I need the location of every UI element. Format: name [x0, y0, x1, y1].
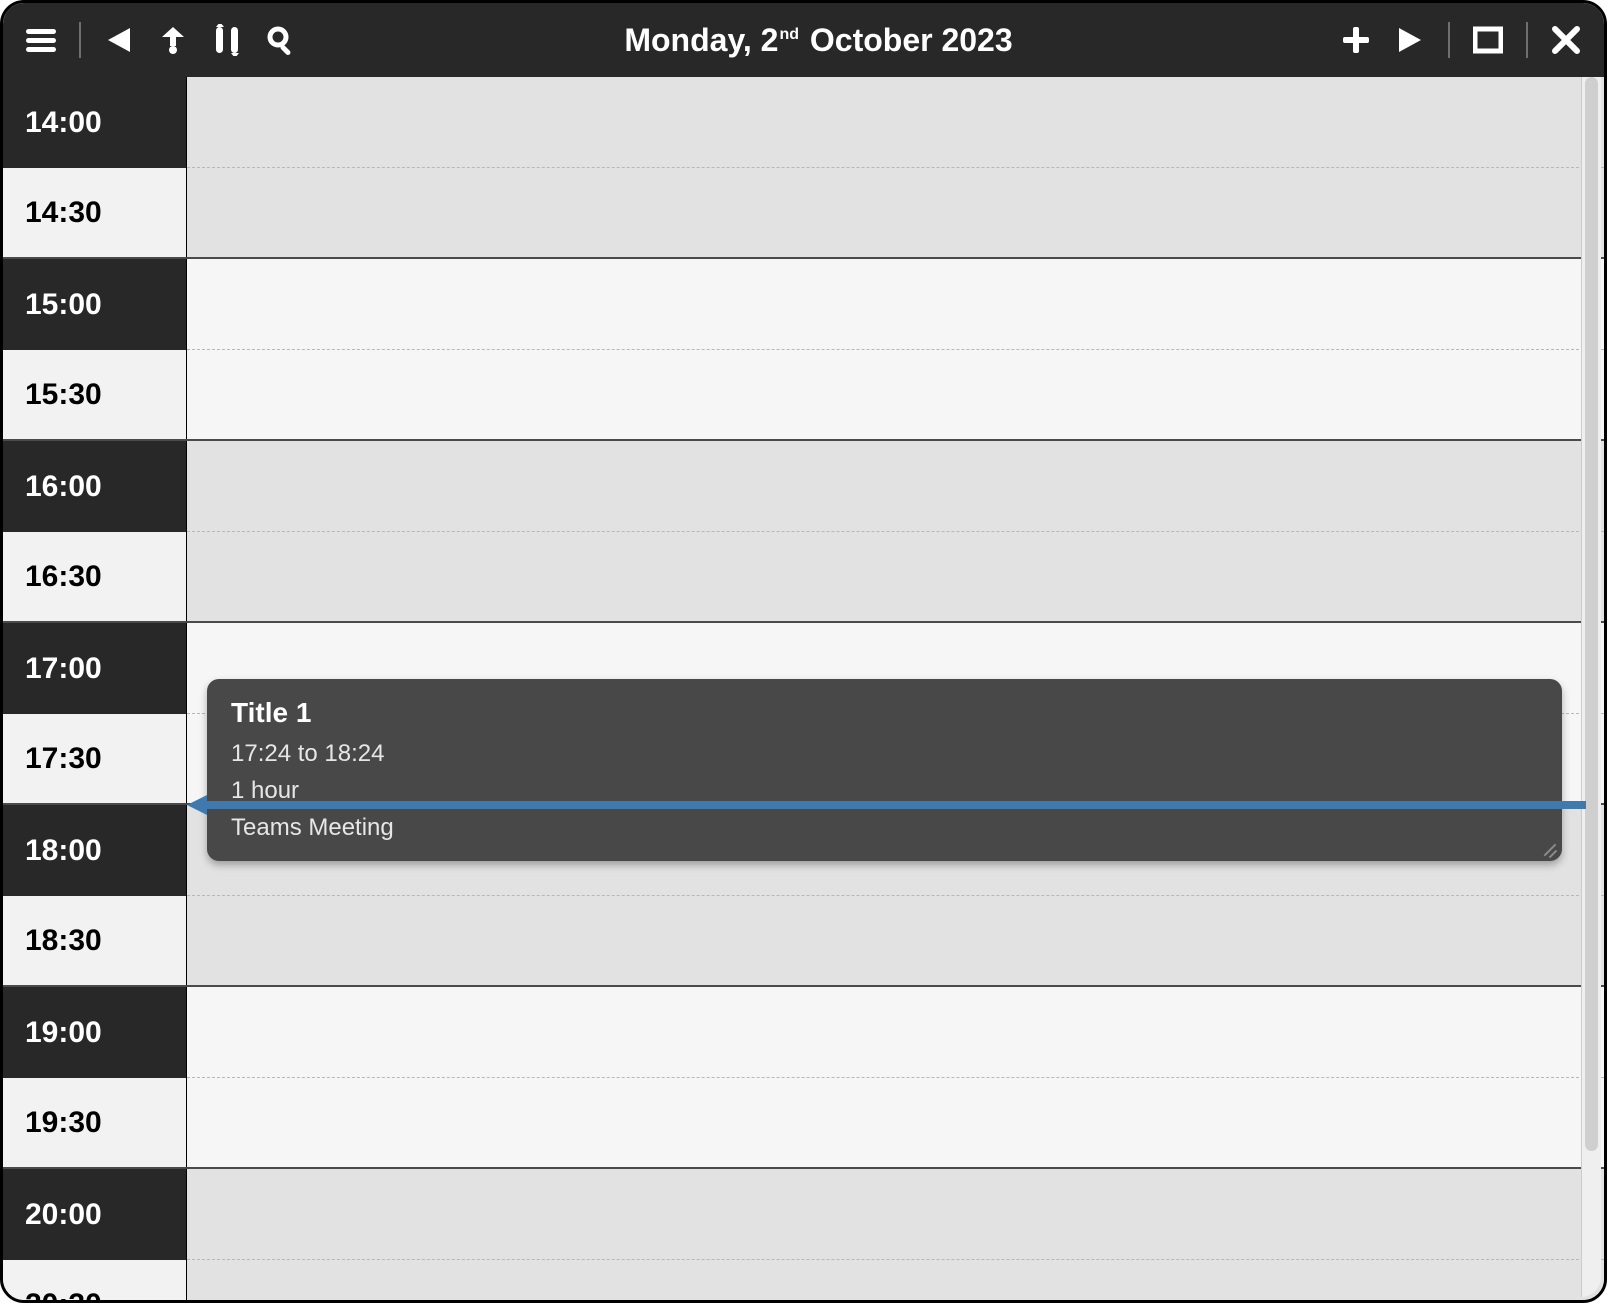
separator [1526, 22, 1528, 58]
time-slot[interactable] [187, 532, 1604, 621]
time-row[interactable]: 14:00 [3, 77, 1604, 168]
time-label: 16:30 [3, 532, 187, 621]
scroll-thumb[interactable] [1585, 77, 1598, 1151]
time-slot[interactable] [187, 259, 1604, 350]
title-prefix: Monday, 2 [624, 22, 778, 58]
time-slot[interactable] [187, 1260, 1604, 1300]
jump-button[interactable] [153, 20, 193, 60]
window-icon [1473, 26, 1503, 54]
time-row[interactable]: 16:30 [3, 532, 1604, 623]
menu-button[interactable] [21, 20, 61, 60]
time-label: 19:30 [3, 1078, 187, 1167]
page-title: Monday, 2nd October 2023 [624, 22, 1012, 59]
plus-icon [1341, 25, 1371, 55]
time-slot[interactable] [187, 350, 1604, 439]
event-card[interactable]: Title 1 17:24 to 18:241 hourTeams Meeting [207, 679, 1562, 861]
time-row[interactable]: 19:00 [3, 987, 1604, 1078]
time-row[interactable]: 14:30 [3, 168, 1604, 259]
time-label: 17:30 [3, 714, 187, 803]
time-row[interactable]: 16:00 [3, 441, 1604, 532]
refresh-button[interactable] [207, 20, 247, 60]
time-label: 18:00 [3, 805, 187, 896]
pin-up-icon [158, 25, 188, 55]
triangle-left-icon [106, 26, 132, 54]
refresh-icon [212, 24, 242, 56]
time-row[interactable]: 20:30 [3, 1260, 1604, 1300]
triangle-right-icon [1397, 26, 1423, 54]
time-slot[interactable] [187, 77, 1604, 168]
day-grid: 14:0014:3015:0015:3016:0016:3017:0017:30… [3, 77, 1604, 1300]
time-row[interactable]: 20:00 [3, 1169, 1604, 1260]
resize-handle-icon[interactable] [1538, 839, 1556, 857]
time-label: 14:30 [3, 168, 187, 257]
separator [1448, 22, 1450, 58]
play-button[interactable] [1390, 20, 1430, 60]
search-button[interactable] [261, 20, 301, 60]
close-icon [1551, 25, 1581, 55]
time-label: 18:30 [3, 896, 187, 985]
time-row[interactable]: 15:30 [3, 350, 1604, 441]
time-label: 15:00 [3, 259, 187, 350]
time-label: 14:00 [3, 77, 187, 168]
time-row[interactable]: 15:00 [3, 259, 1604, 350]
header-right-group [1336, 20, 1586, 60]
separator [79, 22, 81, 58]
event-location: Teams Meeting [231, 809, 1538, 846]
fullscreen-button[interactable] [1468, 20, 1508, 60]
time-label: 20:00 [3, 1169, 187, 1260]
back-button[interactable] [99, 20, 139, 60]
time-label: 17:00 [3, 623, 187, 714]
vertical-scrollbar[interactable] [1581, 77, 1601, 1297]
time-label: 19:00 [3, 987, 187, 1078]
time-slot[interactable] [187, 441, 1604, 532]
time-row[interactable]: 19:30 [3, 1078, 1604, 1169]
time-slot[interactable] [187, 987, 1604, 1078]
event-duration: 1 hour [231, 772, 1538, 809]
event-time-range: 17:24 to 18:24 [231, 735, 1538, 772]
time-slot[interactable] [187, 1169, 1604, 1260]
time-label: 20:30 [3, 1260, 187, 1300]
header-left-group [21, 20, 301, 60]
time-slot[interactable] [187, 168, 1604, 257]
calendar-day-window: Monday, 2nd October 2023 [0, 0, 1607, 1303]
time-label: 15:30 [3, 350, 187, 439]
search-icon [266, 25, 296, 55]
close-button[interactable] [1546, 20, 1586, 60]
time-label: 16:00 [3, 441, 187, 532]
time-slot[interactable] [187, 896, 1604, 985]
time-slot[interactable] [187, 1078, 1604, 1167]
title-ordinal: nd [779, 26, 799, 43]
grid-scroll-area[interactable]: 14:0014:3015:0015:3016:0016:3017:0017:30… [3, 77, 1604, 1300]
menu-icon [26, 27, 56, 53]
header-bar: Monday, 2nd October 2023 [3, 3, 1604, 77]
time-row[interactable]: 18:30 [3, 896, 1604, 987]
title-suffix: October 2023 [801, 22, 1013, 58]
add-button[interactable] [1336, 20, 1376, 60]
event-title: Title 1 [231, 697, 1538, 729]
